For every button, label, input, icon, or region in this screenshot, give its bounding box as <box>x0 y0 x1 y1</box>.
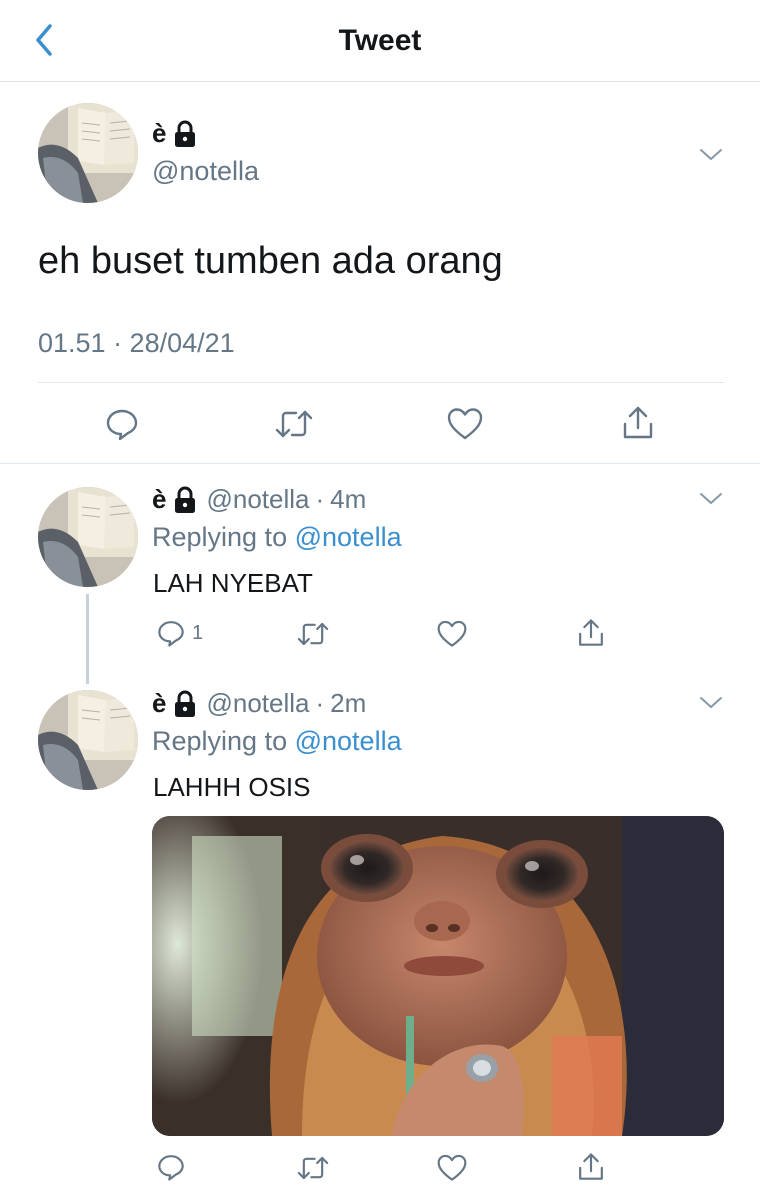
replying-to: Replying to @notella <box>152 726 402 757</box>
share-icon <box>579 1153 603 1180</box>
replying-to-label: Replying to <box>152 522 288 552</box>
navigation-header: Tweet <box>0 0 760 82</box>
chevron-down-icon[interactable] <box>698 490 724 508</box>
retweet-icon <box>275 410 313 438</box>
share-icon <box>623 406 653 439</box>
author-handle: @notella <box>206 484 310 514</box>
reply-text: LAH NYEBAT <box>153 568 313 598</box>
separator: · <box>315 688 325 718</box>
author-handle: @notella <box>206 688 310 718</box>
reply-time: 2m <box>330 688 367 718</box>
divider <box>0 463 760 464</box>
lock-icon <box>175 690 196 717</box>
replying-to-handle-link[interactable]: @notella <box>295 522 402 552</box>
reply-text: LAHHH OSIS <box>153 772 311 802</box>
author-name: è <box>152 118 167 148</box>
retweet-button[interactable] <box>274 406 314 442</box>
replying-to-label: Replying to <box>152 726 288 756</box>
retweet-icon <box>297 622 329 646</box>
reply-count: 1 <box>192 621 204 644</box>
avatar-image <box>38 487 138 587</box>
lock-icon <box>175 120 196 147</box>
heart-icon <box>437 620 467 647</box>
author-handle: @notella <box>152 156 259 186</box>
chevron-down-icon[interactable] <box>698 694 724 712</box>
author-name-row: è <box>152 118 198 149</box>
separator: · <box>315 484 325 514</box>
reply-button[interactable]: 1 <box>156 618 203 648</box>
heart-icon <box>437 1154 467 1181</box>
lock-icon <box>175 486 196 513</box>
like-button[interactable] <box>446 406 484 442</box>
share-button[interactable] <box>576 1151 606 1183</box>
heart-icon <box>447 408 483 440</box>
reply-button[interactable] <box>156 1152 186 1182</box>
like-button[interactable] <box>436 619 468 649</box>
comment-icon <box>158 1155 184 1181</box>
avatar[interactable] <box>38 690 138 790</box>
retweet-button[interactable] <box>296 619 330 649</box>
tweet-timestamp: 01.51 · 28/04/21 <box>38 328 235 358</box>
share-button[interactable] <box>620 404 656 442</box>
thread-connector-line <box>86 594 89 684</box>
reply-header-row: è @notella · 2m <box>152 688 366 719</box>
retweet-button[interactable] <box>296 1153 330 1183</box>
avatar-image <box>38 690 138 790</box>
divider <box>38 382 724 383</box>
comment-icon <box>106 409 138 441</box>
like-button[interactable] <box>436 1153 468 1183</box>
meme-image <box>152 816 724 1136</box>
author-name: è <box>152 688 167 718</box>
page-title: Tweet <box>338 24 422 57</box>
attached-image[interactable] <box>152 816 724 1136</box>
reply-header-row: è @notella · 4m <box>152 484 366 515</box>
reply-time: 4m <box>330 484 367 514</box>
avatar-image <box>38 103 138 203</box>
replying-to: Replying to @notella <box>152 522 402 553</box>
author-name: è <box>152 484 167 514</box>
share-button[interactable] <box>576 617 606 649</box>
retweet-icon <box>297 1156 329 1180</box>
share-icon <box>579 619 603 646</box>
tweet-text: eh buset tumben ada orang <box>38 240 503 282</box>
avatar[interactable] <box>38 487 138 587</box>
chevron-down-icon[interactable] <box>698 146 724 164</box>
avatar[interactable] <box>38 103 138 203</box>
reply-button[interactable] <box>104 406 140 442</box>
comment-icon <box>158 621 184 647</box>
replying-to-handle-link[interactable]: @notella <box>295 726 402 756</box>
